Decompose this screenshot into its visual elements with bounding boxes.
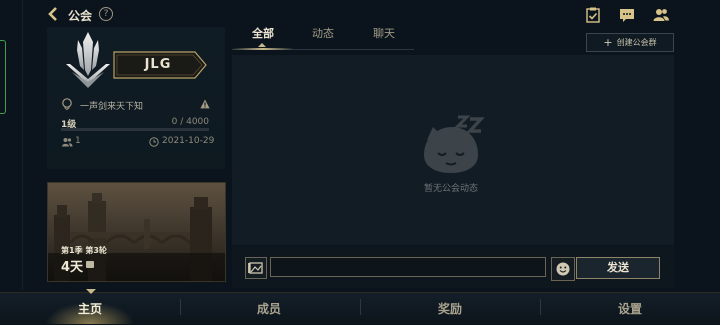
- tab-activity[interactable]: 动态: [312, 25, 334, 41]
- tab-chat[interactable]: 聊天: [373, 25, 395, 41]
- members-icon: [62, 138, 73, 147]
- create-group-button[interactable]: + 创建公会群: [586, 33, 674, 52]
- nav-divider: [540, 299, 541, 315]
- chat-bubble-icon[interactable]: [618, 6, 636, 24]
- tab-all[interactable]: 全部: [252, 25, 274, 41]
- page-title: 公会: [68, 9, 93, 23]
- member-count: 1: [75, 136, 81, 146]
- nav-divider: [180, 299, 181, 315]
- back-chevron-icon[interactable]: [46, 6, 62, 22]
- guild-name: JLG: [144, 57, 172, 72]
- help-icon[interactable]: ?: [99, 7, 113, 21]
- season-round-label: 第1季 第3轮: [61, 246, 107, 255]
- chat-message-input[interactable]: [270, 257, 546, 277]
- active-tab-caret-icon: [258, 43, 266, 47]
- guild-exp-text: 0 / 4000: [171, 117, 209, 127]
- nav-settings[interactable]: 设置: [618, 300, 642, 317]
- create-group-label: 创建公会群: [616, 38, 657, 47]
- active-nav-caret-icon: [86, 289, 96, 294]
- active-tab-indicator: [232, 48, 294, 50]
- send-button[interactable]: 发送: [576, 257, 660, 279]
- motto-badge-icon: [62, 98, 72, 110]
- divider: [22, 0, 23, 290]
- guild-motto: 一声剑来天下知: [80, 102, 144, 112]
- image-upload-icon[interactable]: [245, 257, 267, 279]
- sleeping-mascot-icon: [424, 115, 485, 173]
- nav-rewards[interactable]: 奖励: [438, 300, 462, 317]
- warning-icon[interactable]: [200, 99, 210, 109]
- task-checklist-icon[interactable]: [584, 6, 602, 24]
- nav-home[interactable]: 主页: [78, 300, 102, 317]
- clock-icon: [149, 137, 159, 147]
- exp-progress-bar: [61, 128, 209, 131]
- empty-feed-text: 暂无公会动态: [424, 184, 479, 194]
- season-days-remaining: 4天: [61, 260, 84, 275]
- friends-icon[interactable]: [652, 6, 670, 24]
- plus-icon: +: [603, 36, 613, 49]
- created-date: 2021-10-29: [162, 136, 215, 146]
- reward-chest-icon[interactable]: [86, 261, 94, 268]
- emoji-icon[interactable]: [551, 257, 575, 281]
- nav-divider: [360, 299, 361, 315]
- guild-emblem-icon: [66, 32, 110, 88]
- side-drawer-tab[interactable]: [0, 40, 6, 114]
- nav-members[interactable]: 成员: [257, 300, 281, 317]
